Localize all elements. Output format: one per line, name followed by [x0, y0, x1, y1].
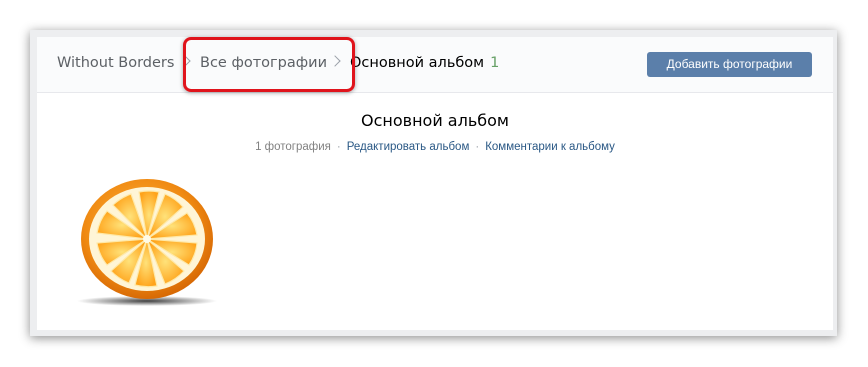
album-card: Without Borders Все фотографии Основной …	[37, 37, 833, 330]
page-frame: Without Borders Все фотографии Основной …	[30, 30, 837, 336]
photo-thumbnail-orange[interactable]	[75, 177, 220, 307]
highlight-annotation-box	[183, 37, 355, 92]
meta-separator: ·	[336, 141, 341, 153]
breadcrumb-current-album: Основной альбом 1	[350, 55, 499, 71]
album-meta: 1 фотография · Редактировать альбом · Коммен…	[37, 141, 833, 153]
album-header: Without Borders Все фотографии Основной …	[37, 37, 833, 93]
edit-album-link[interactable]: Редактировать альбом	[347, 141, 470, 153]
photo-count-text: 1 фотография	[255, 141, 331, 153]
breadcrumb-group-link[interactable]: Without Borders	[57, 55, 174, 71]
add-photos-button[interactable]: Добавить фотографии	[647, 52, 812, 77]
album-title: Основной альбом	[361, 111, 509, 130]
album-comments-link[interactable]: Комментарии к альбому	[485, 141, 615, 153]
meta-separator: ·	[475, 141, 480, 153]
breadcrumb-current-label: Основной альбом	[350, 55, 485, 71]
album-photo-count-badge: 1	[490, 55, 500, 71]
